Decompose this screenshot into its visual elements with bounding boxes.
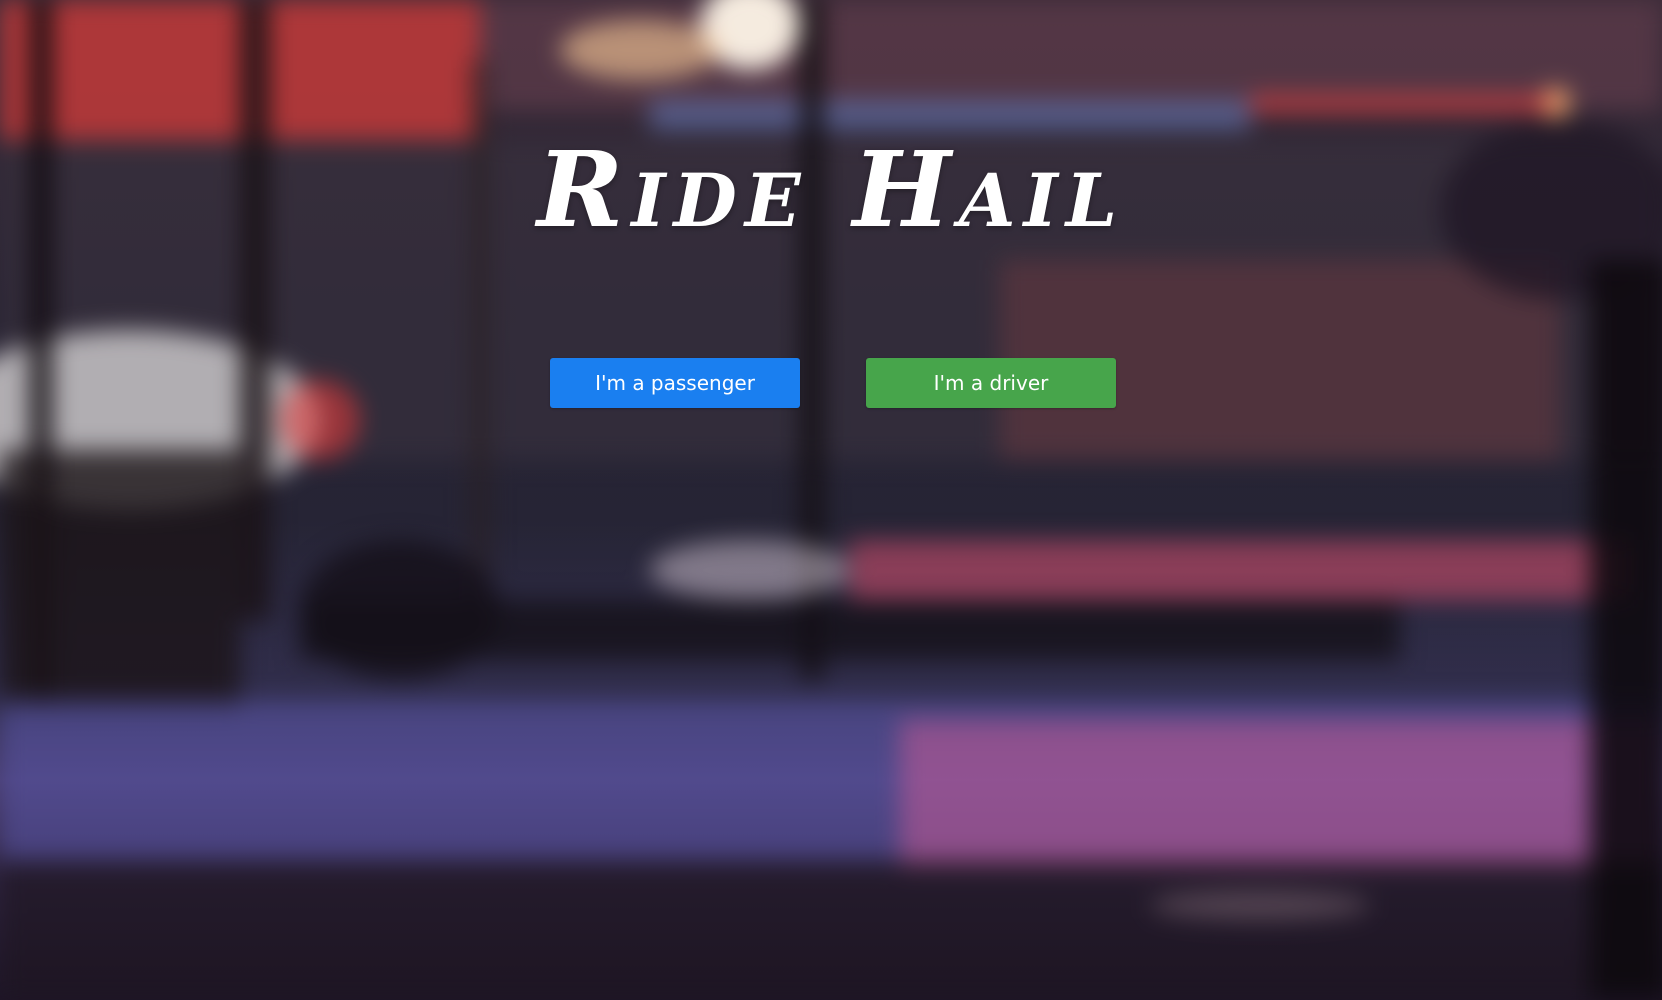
driver-button[interactable]: I'm a driver [866,358,1116,408]
app-title: Ride Hail [536,128,1126,251]
passenger-button[interactable]: I'm a passenger [550,358,800,408]
background-scene: Ride Hail I'm a passenger I'm a driver [0,0,1662,1000]
